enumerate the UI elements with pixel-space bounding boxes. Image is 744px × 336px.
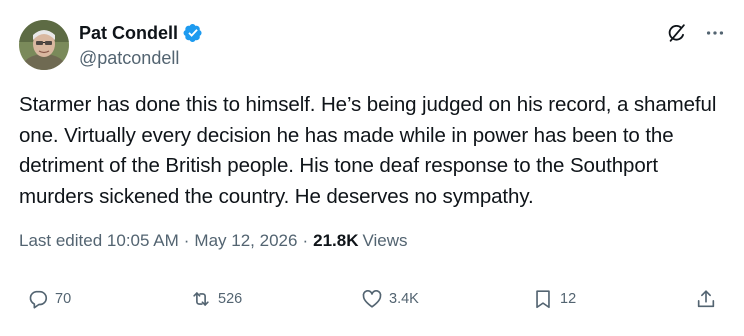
tweet-date[interactable]: May 12, 2026 xyxy=(194,230,297,252)
bookmark-icon xyxy=(532,288,554,310)
verified-badge-icon[interactable] xyxy=(183,23,203,43)
views-count[interactable]: 21.8K xyxy=(313,230,358,252)
tweet-time[interactable]: 10:05 AM xyxy=(107,230,179,252)
repost-count: 526 xyxy=(218,291,243,307)
bookmark-button[interactable]: 12 xyxy=(532,288,576,310)
tweet-top-actions xyxy=(666,22,726,44)
like-count: 3.4K xyxy=(389,291,419,307)
like-button[interactable]: 3.4K xyxy=(361,288,419,310)
author-name-row: Pat Condell xyxy=(79,22,203,44)
tweet-card: Pat Condell @patcondell Starmer has done… xyxy=(0,0,744,336)
repost-button[interactable]: 526 xyxy=(190,288,242,310)
edited-label[interactable]: Last edited xyxy=(19,230,102,252)
more-options-icon[interactable] xyxy=(704,22,726,44)
meta-separator: · xyxy=(183,231,190,250)
views-label[interactable]: Views xyxy=(362,230,407,252)
tweet-text: Starmer has done this to himself. He’s b… xyxy=(19,93,717,208)
display-name[interactable]: Pat Condell xyxy=(79,22,178,44)
bookmark-count: 12 xyxy=(560,291,577,307)
avatar[interactable] xyxy=(19,20,69,70)
repost-icon xyxy=(190,288,212,310)
reply-icon xyxy=(27,288,49,310)
reply-count: 70 xyxy=(55,291,72,307)
meta-separator: · xyxy=(302,231,309,250)
author-handle[interactable]: @patcondell xyxy=(79,47,179,69)
share-button[interactable] xyxy=(695,288,717,310)
reply-button[interactable]: 70 xyxy=(27,288,71,310)
tweet-metadata: Last edited 10:05 AM · May 12, 2026 · 21… xyxy=(19,230,408,252)
like-icon xyxy=(361,288,383,310)
share-icon xyxy=(695,288,717,310)
grok-icon[interactable] xyxy=(666,22,688,44)
tweet-actions-bar: 70 526 3.4K 12 xyxy=(0,288,744,318)
